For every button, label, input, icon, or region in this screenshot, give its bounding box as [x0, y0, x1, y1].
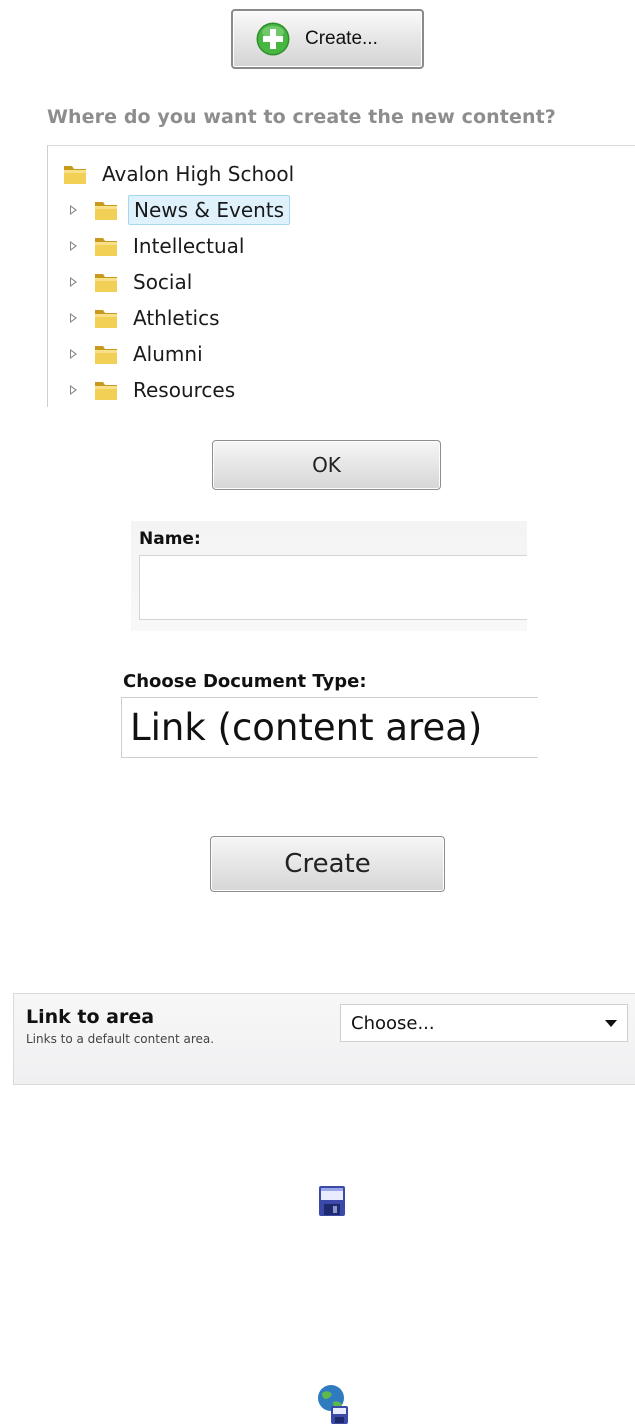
name-label: Name:	[139, 529, 201, 549]
link-to-area-description: Links to a default content area.	[26, 1032, 215, 1046]
chevron-down-icon	[605, 1020, 617, 1027]
content-area-select-value: Choose...	[351, 1012, 435, 1034]
expand-arrow-icon[interactable]	[70, 205, 77, 215]
create-toolbar-label: Create...	[305, 28, 378, 49]
folder-icon	[95, 346, 117, 364]
link-to-area-title: Link to area	[26, 1006, 155, 1028]
tree-item-alumni[interactable]: Alumni	[70, 338, 203, 370]
create-button[interactable]: Create	[210, 836, 445, 892]
name-input[interactable]	[139, 555, 527, 620]
green-plus-icon	[256, 22, 290, 56]
folder-icon	[95, 310, 117, 328]
tree-item-athletics[interactable]: Athletics	[70, 302, 220, 334]
globe-save-icon[interactable]	[317, 1384, 349, 1424]
content-area-select[interactable]: Choose...	[340, 1004, 628, 1042]
tree-item-news-events[interactable]: News & Events	[70, 194, 291, 226]
expand-arrow-icon[interactable]	[70, 241, 77, 251]
folder-icon	[95, 238, 117, 256]
document-type-label: Choose Document Type:	[123, 671, 367, 692]
tree-item-label: Resources	[133, 378, 236, 402]
create-toolbar-button[interactable]: Create...	[231, 9, 424, 69]
folder-icon	[95, 274, 117, 292]
floppy-disk-icon[interactable]	[318, 1185, 346, 1217]
expand-arrow-icon[interactable]	[70, 349, 77, 359]
expand-arrow-icon[interactable]	[70, 385, 77, 395]
tree-item-social[interactable]: Social	[70, 266, 192, 298]
content-tree: Avalon High School News & Events Intelle…	[47, 145, 635, 407]
tree-item-label: News & Events	[128, 195, 291, 225]
ok-button[interactable]: OK	[212, 440, 441, 490]
tree-item-intellectual[interactable]: Intellectual	[70, 230, 244, 262]
expand-arrow-icon[interactable]	[70, 313, 77, 323]
name-field-group: Name:	[131, 521, 527, 631]
folder-icon	[95, 382, 117, 400]
destination-question: Where do you want to create the new cont…	[47, 106, 556, 128]
tree-item-label: Alumni	[133, 342, 203, 366]
tree-root[interactable]: Avalon High School	[62, 158, 294, 190]
tree-root-label: Avalon High School	[102, 162, 295, 186]
tree-item-label: Social	[133, 270, 193, 294]
link-to-area-panel: Link to area Links to a default content …	[13, 993, 635, 1085]
expand-arrow-icon[interactable]	[70, 277, 77, 287]
document-type-option[interactable]: Link (content area)	[121, 697, 538, 758]
folder-icon	[64, 166, 86, 184]
tree-item-label: Athletics	[133, 306, 220, 330]
tree-item-resources[interactable]: Resources	[70, 374, 235, 406]
tree-item-label: Intellectual	[133, 234, 245, 258]
folder-icon	[95, 202, 117, 220]
